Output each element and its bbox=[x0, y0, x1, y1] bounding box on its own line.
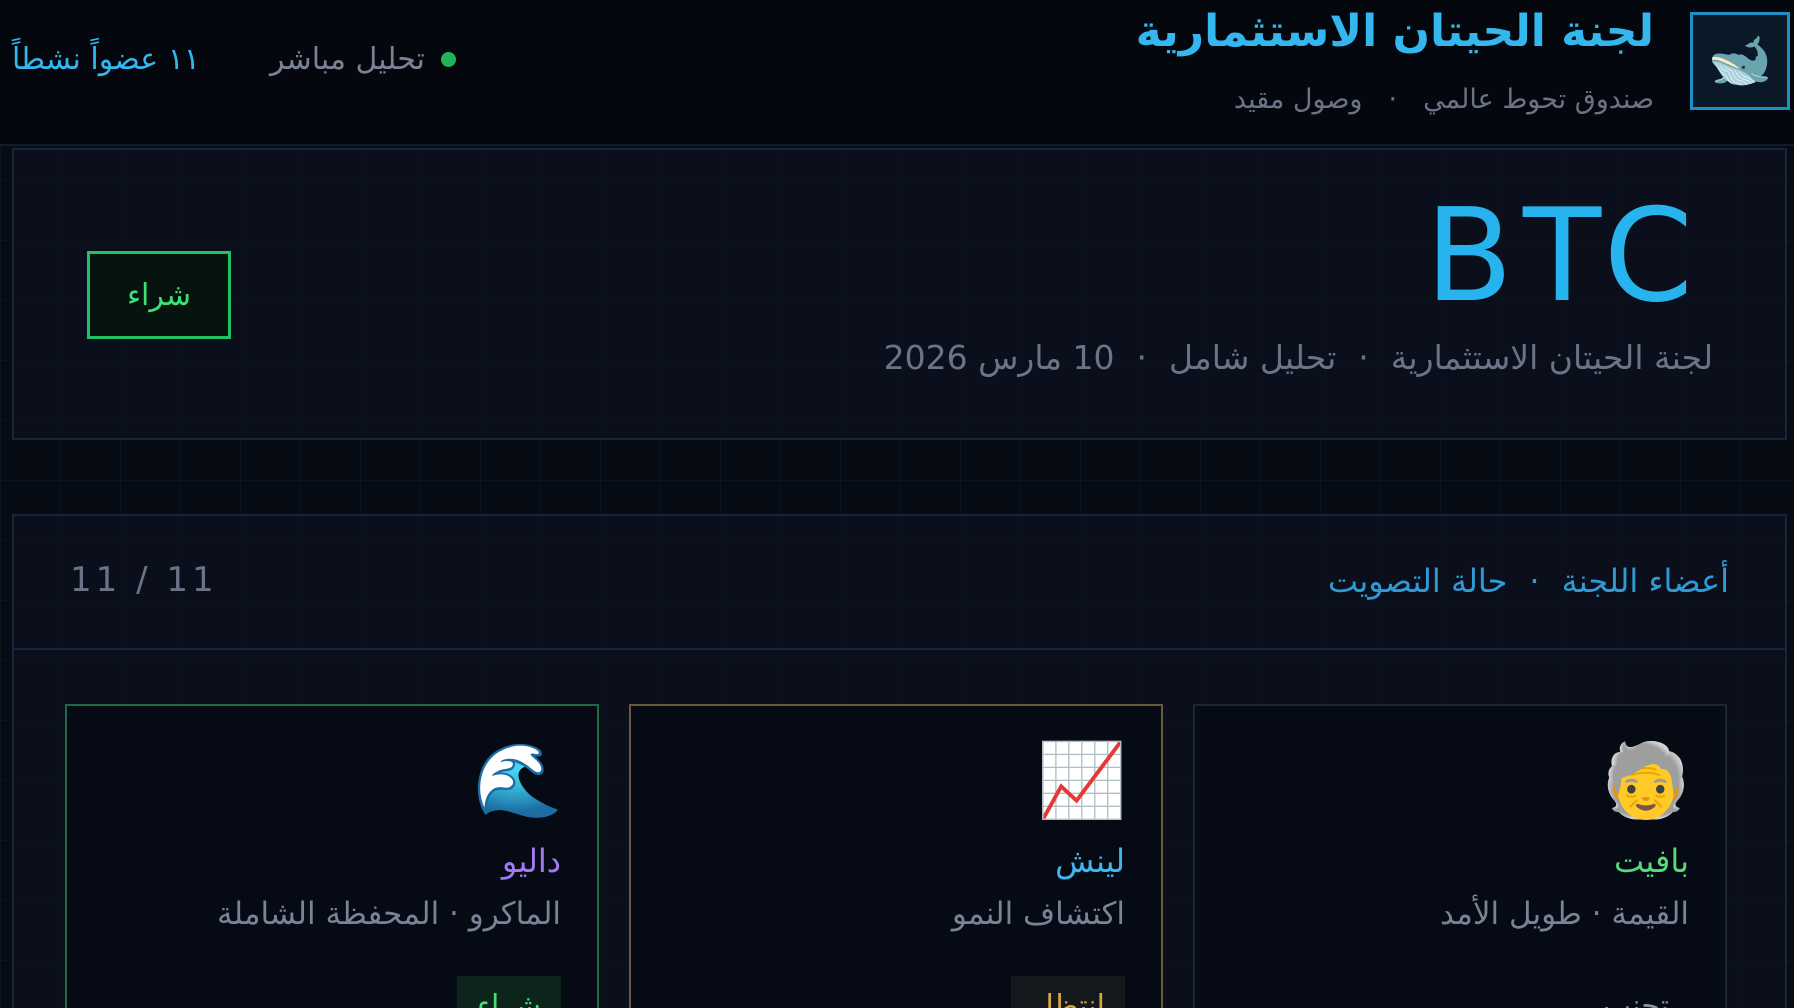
voting-panel: أعضاء اللجنة · حالة التصويت 11 / 11 🧓 بافي… bbox=[12, 514, 1787, 1008]
subtitle-access: وصول مقيد bbox=[1233, 84, 1363, 115]
meta-committee: لجنة الحيتان الاستثمارية bbox=[1390, 338, 1713, 377]
member-name: داليو bbox=[501, 842, 561, 880]
live-analysis-indicator: تحليل مباشر bbox=[270, 42, 456, 77]
voting-panel-header: أعضاء اللجنة · حالة التصويت 11 / 11 bbox=[14, 516, 1785, 650]
member-role: القيمة · طويل الأمد bbox=[1439, 896, 1689, 932]
member-card-buffett[interactable]: 🧓 بافيت القيمة · طويل الأمد تجنب bbox=[1193, 704, 1727, 1008]
member-vote-badge: شراء bbox=[456, 976, 561, 1008]
meta-date: 10 مارس 2026 bbox=[883, 338, 1115, 377]
member-name: بافيت bbox=[1613, 842, 1689, 880]
title-status: حالة التصويت bbox=[1327, 562, 1508, 600]
member-card-lynch[interactable]: 📈 لينش اكتشاف النمو انتظار bbox=[629, 704, 1163, 1008]
member-name: لينش bbox=[1055, 842, 1125, 880]
member-role: اكتشاف النمو bbox=[951, 896, 1125, 932]
top-bar: 🐋 لجنة الحيتان الاستثمارية صندوق تحوط عا… bbox=[0, 0, 1794, 146]
title-members: أعضاء اللجنة bbox=[1561, 562, 1729, 600]
live-status-dot-icon bbox=[440, 52, 456, 67]
brand-subtitle: صندوق تحوط عالمي · وصول مقيد bbox=[1234, 84, 1654, 115]
asset-hero-panel: BTC لجنة الحيتان الاستثمارية · تحليل شامل ·… bbox=[12, 148, 1787, 440]
title-separator: · bbox=[1529, 562, 1540, 600]
vote-count: 11 / 11 bbox=[70, 560, 218, 600]
asset-ticker: BTC bbox=[1425, 182, 1703, 331]
analysis-meta: لجنة الحيتان الاستثمارية · تحليل شامل · 10 م… bbox=[884, 338, 1713, 377]
wave-icon: 🌊 bbox=[473, 738, 563, 822]
whale-logo-icon: 🐋 bbox=[1690, 12, 1790, 110]
brand-title: لجنة الحيتان الاستثمارية bbox=[1135, 6, 1654, 57]
member-role: الماكرو · المحفظة الشاملة bbox=[216, 896, 561, 932]
meta-type: تحليل شامل bbox=[1169, 338, 1337, 377]
old-person-icon: 🧓 bbox=[1601, 738, 1691, 822]
voting-panel-title: أعضاء اللجنة · حالة التصويت bbox=[1328, 562, 1729, 600]
decision-buy-button[interactable]: شراء bbox=[87, 251, 231, 339]
subtitle-separator: · bbox=[1388, 84, 1398, 115]
subtitle-fund: صندوق تحوط عالمي bbox=[1423, 84, 1654, 115]
live-label: تحليل مباشر bbox=[270, 42, 425, 77]
meta-separator: · bbox=[1358, 338, 1369, 377]
meta-separator: · bbox=[1136, 338, 1148, 377]
active-members-count: ١١ عضواً نشطاً bbox=[12, 42, 200, 77]
member-vote-badge: تجنب bbox=[1602, 988, 1669, 1008]
chart-increasing-icon: 📈 bbox=[1037, 738, 1127, 822]
member-card-dalio[interactable]: 🌊 داليو الماكرو · المحفظة الشاملة شراء bbox=[65, 704, 599, 1008]
member-vote-badge: انتظار bbox=[1011, 976, 1125, 1008]
